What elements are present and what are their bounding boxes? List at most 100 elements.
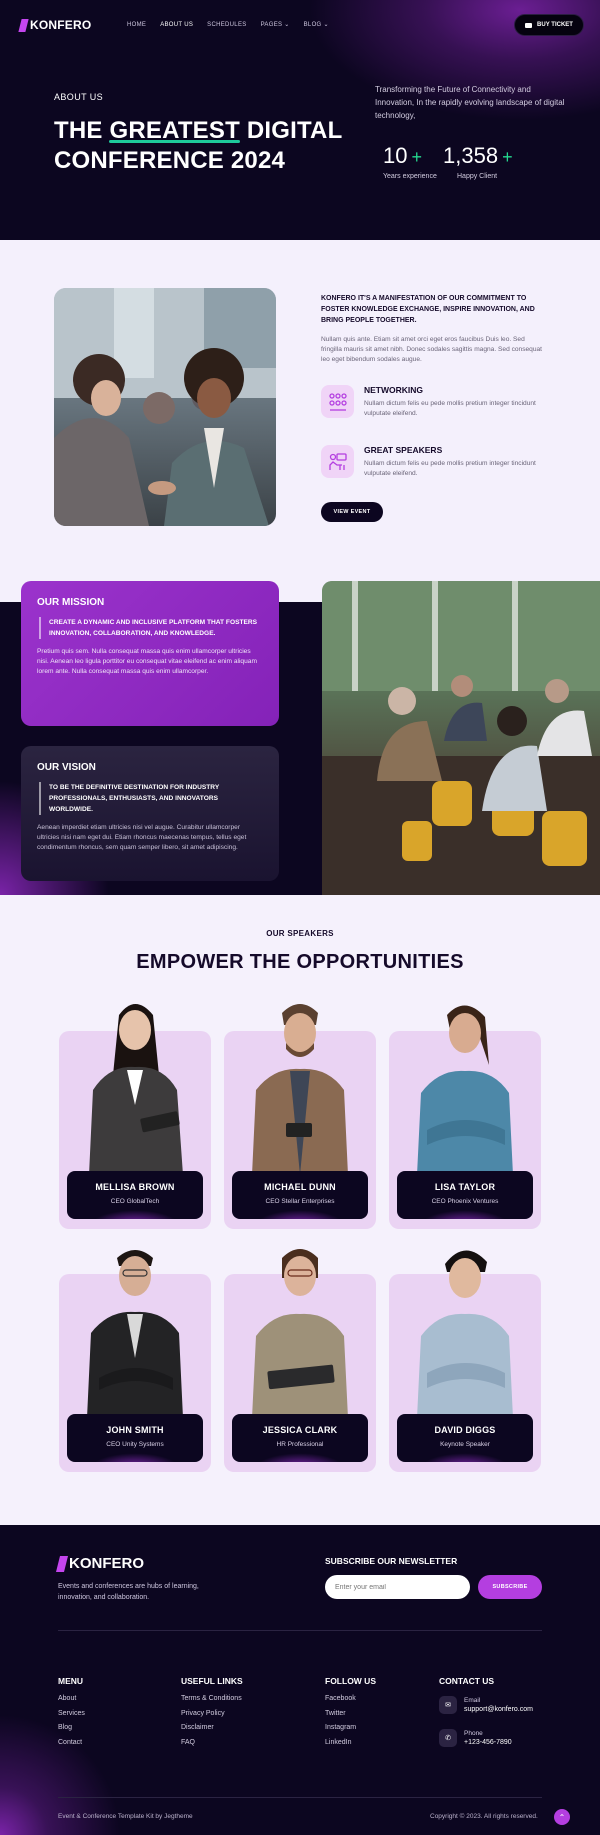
contact-phone-label: Phone — [464, 1730, 483, 1737]
footer-contact-title: CONTACT US — [439, 1676, 495, 1686]
footer-link-disclaimer[interactable]: Disclaimer — [181, 1724, 243, 1731]
speakers-kicker: OUR SPEAKERS — [266, 929, 334, 938]
vision-card: OUR VISION TO BE THE DEFINITIVE DESTINAT… — [21, 746, 279, 881]
contact-phone-value: +123-456-7890 — [464, 1739, 512, 1746]
speaker-card[interactable]: DAVID DIGGS Keynote Speaker — [389, 1250, 541, 1472]
vision-title: OUR VISION — [37, 762, 96, 773]
speaker-name: DAVID DIGGS — [434, 1425, 496, 1435]
contact-phone[interactable]: ✆ Phone +123-456-7890 — [439, 1729, 512, 1747]
handshake-illustration — [54, 288, 276, 526]
speaker-card[interactable]: MICHAEL DUNN CEO Stellar Enterprises — [224, 1004, 376, 1229]
speaker-photo — [89, 1004, 183, 1175]
mission-title: OUR MISSION — [37, 597, 105, 608]
page-title: THE GREATEST DIGITAL CONFERENCE 2024 — [54, 116, 342, 176]
footer-menu: MENU About Services Blog Contact — [58, 1676, 85, 1753]
footer-links-title: USEFUL LINKS — [181, 1676, 243, 1686]
brand-logo[interactable]: KONFERO — [18, 18, 92, 32]
footer-menu-title: MENU — [58, 1676, 84, 1686]
vision-quote: TO BE THE DEFINITIVE DESTINATION FOR IND… — [39, 782, 263, 815]
buy-ticket-label: BUY TICKET — [537, 22, 573, 28]
logo-icon — [56, 1555, 68, 1572]
speaker-photo — [417, 1005, 513, 1175]
speaker-nameplate: MICHAEL DUNN CEO Stellar Enterprises — [232, 1171, 368, 1219]
chevron-up-icon: ⌃ — [558, 1812, 566, 1822]
chevron-down-icon: ⌄ — [323, 22, 329, 28]
footer-link-facebook[interactable]: Facebook — [325, 1695, 376, 1702]
speaker-nameplate: LISA TAYLOR CEO Phoenix Ventures — [397, 1171, 533, 1219]
speaker-photo — [252, 1004, 348, 1175]
title-part: DIGITAL — [239, 117, 343, 144]
speaker-role: CEO Phoenix Ventures — [431, 1198, 499, 1205]
footer-link-blog[interactable]: Blog — [58, 1724, 85, 1731]
view-event-button[interactable]: VIEW EVENT — [321, 502, 383, 522]
nav-item-blog[interactable]: BLOG ⌄ — [304, 21, 329, 29]
scroll-to-top-button[interactable]: ⌃ — [554, 1809, 570, 1825]
stat-label: Years experience — [383, 173, 437, 180]
speaker-role: CEO Stellar Enterprises — [265, 1198, 335, 1205]
footer-link-terms[interactable]: Terms & Conditions — [181, 1695, 243, 1702]
speaker-photo — [87, 1250, 183, 1418]
footer-link-services[interactable]: Services — [58, 1710, 85, 1717]
speaker-role: HR Professional — [276, 1441, 324, 1448]
nav-item-pages[interactable]: PAGES ⌄ — [261, 21, 290, 29]
footer-logo[interactable]: KONFERO — [56, 1555, 144, 1572]
audience-illustration — [322, 581, 600, 895]
title-highlight: GREATEST — [109, 117, 240, 144]
feature-desc: Nullam dictum felis eu pede mollis preti… — [364, 400, 536, 417]
feature-networking: NETWORKING Nullam dictum felis eu pede mo… — [321, 385, 542, 419]
contact-email-value: support@konfero.com — [464, 1706, 533, 1713]
footer-description: Events and conferences are hubs of learn… — [58, 1583, 199, 1601]
speaker-photo — [252, 1249, 348, 1418]
subscribe-button[interactable]: SUBSCRIBE — [478, 1575, 542, 1599]
stat-plus: + — [502, 147, 513, 167]
footer-link-linkedin[interactable]: LinkedIn — [325, 1739, 376, 1746]
contact-email-label: Email — [464, 1697, 481, 1704]
speaker-card[interactable]: MELLISA BROWN CEO GlobalTech — [59, 1004, 211, 1229]
handshake-photo — [54, 288, 276, 526]
stat-years: 10 + Years experience — [383, 143, 437, 180]
footer-credit: Event & Conference Template Kit by Jegth… — [58, 1813, 193, 1820]
mission-card: OUR MISSION CREATE A DYNAMIC AND INCLUSI… — [21, 581, 279, 726]
mission-body: Pretium quis sem. Nulla consequat massa … — [37, 648, 257, 675]
footer-link-faq[interactable]: FAQ — [181, 1739, 243, 1746]
title-part: THE — [54, 117, 110, 144]
nav-item-about-us[interactable]: ABOUT US — [160, 21, 193, 28]
brand-name: KONFERO — [30, 18, 92, 32]
stat-clients: 1,358 + Happy Client — [443, 143, 513, 180]
buy-ticket-button[interactable]: BUY TICKET — [514, 14, 584, 36]
footer-link-twitter[interactable]: Twitter — [325, 1710, 376, 1717]
newsletter-title: SUBSCRIBE OUR NEWSLETTER — [325, 1556, 458, 1566]
footer-copyright: Copyright © 2023. All rights reserved. — [430, 1813, 538, 1820]
audience-photo — [322, 581, 600, 895]
nav-item-home[interactable]: HOME — [127, 21, 146, 28]
mail-icon: ✉ — [439, 1696, 457, 1714]
speaker-role: CEO GlobalTech — [110, 1198, 160, 1205]
divider — [58, 1630, 542, 1631]
mission-quote: CREATE A DYNAMIC AND INCLUSIVE PLATFORM … — [39, 617, 263, 639]
newsletter-email-input[interactable] — [325, 1575, 470, 1599]
about-heading: KONFERO IT'S A MANIFESTATION OF OUR COMM… — [321, 295, 535, 324]
hero-description: Transforming the Future of Connectivity … — [375, 85, 565, 120]
speaker-nameplate: JOHN SMITH CEO Unity Systems — [67, 1414, 203, 1462]
footer-link-instagram[interactable]: Instagram — [325, 1724, 376, 1731]
main-nav: HOME ABOUT US SCHEDULES PAGES ⌄ BLOG ⌄ — [127, 21, 329, 29]
logo-icon — [18, 18, 29, 32]
nav-item-schedules[interactable]: SCHEDULES — [207, 21, 246, 28]
footer-link-privacy[interactable]: Privacy Policy — [181, 1710, 243, 1717]
speaker-role: CEO Unity Systems — [106, 1441, 164, 1448]
speaker-name: LISA TAYLOR — [434, 1182, 496, 1192]
page-kicker: ABOUT US — [54, 92, 104, 102]
footer-link-about[interactable]: About — [58, 1695, 85, 1702]
speaker-name: JOHN SMITH — [106, 1425, 164, 1435]
speaker-role: Keynote Speaker — [440, 1441, 490, 1448]
contact-email[interactable]: ✉ Email support@konfero.com — [439, 1696, 533, 1714]
speaker-card[interactable]: LISA TAYLOR CEO Phoenix Ventures — [389, 1005, 541, 1229]
ticket-icon — [525, 22, 533, 28]
speaker-card[interactable]: JESSICA CLARK HR Professional — [224, 1249, 376, 1472]
brand-name: KONFERO — [69, 1555, 144, 1572]
vision-body: Aenean imperdiet etiam ultricies nisi ve… — [37, 824, 247, 851]
footer-contact: CONTACT US — [439, 1676, 494, 1695]
footer-link-contact[interactable]: Contact — [58, 1739, 85, 1746]
feature-desc: Nullam dictum felis eu pede mollis preti… — [364, 460, 536, 477]
speaker-card[interactable]: JOHN SMITH CEO Unity Systems — [59, 1250, 211, 1472]
